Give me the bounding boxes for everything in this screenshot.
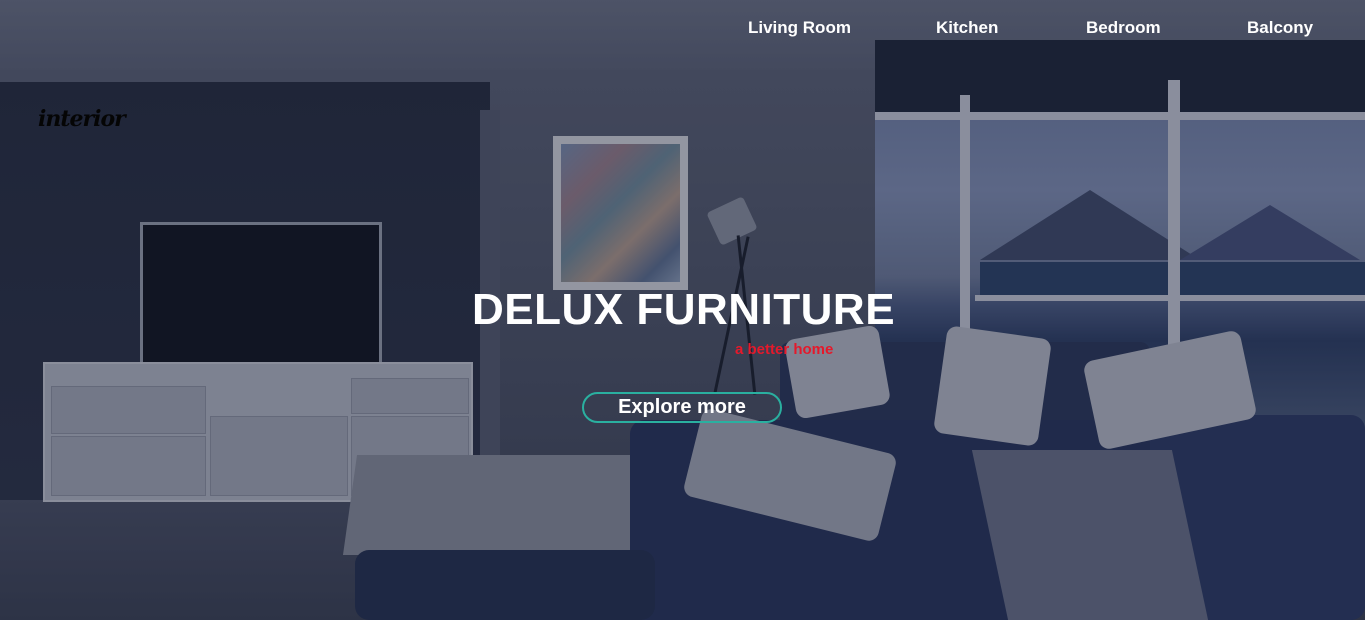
logo[interactable]: interior [38, 106, 126, 132]
main-nav: Living Room Kitchen Bedroom Balcony [0, 18, 1365, 42]
nav-link-bedroom[interactable]: Bedroom [1086, 18, 1161, 38]
nav-link-kitchen[interactable]: Kitchen [936, 18, 998, 38]
nav-link-living-room[interactable]: Living Room [748, 18, 851, 38]
nav-link-balcony[interactable]: Balcony [1247, 18, 1313, 38]
hero-subtitle: a better home [735, 341, 834, 358]
hero-title: DELUX FURNITURE [472, 285, 896, 334]
explore-more-button[interactable]: Explore more [582, 392, 782, 423]
